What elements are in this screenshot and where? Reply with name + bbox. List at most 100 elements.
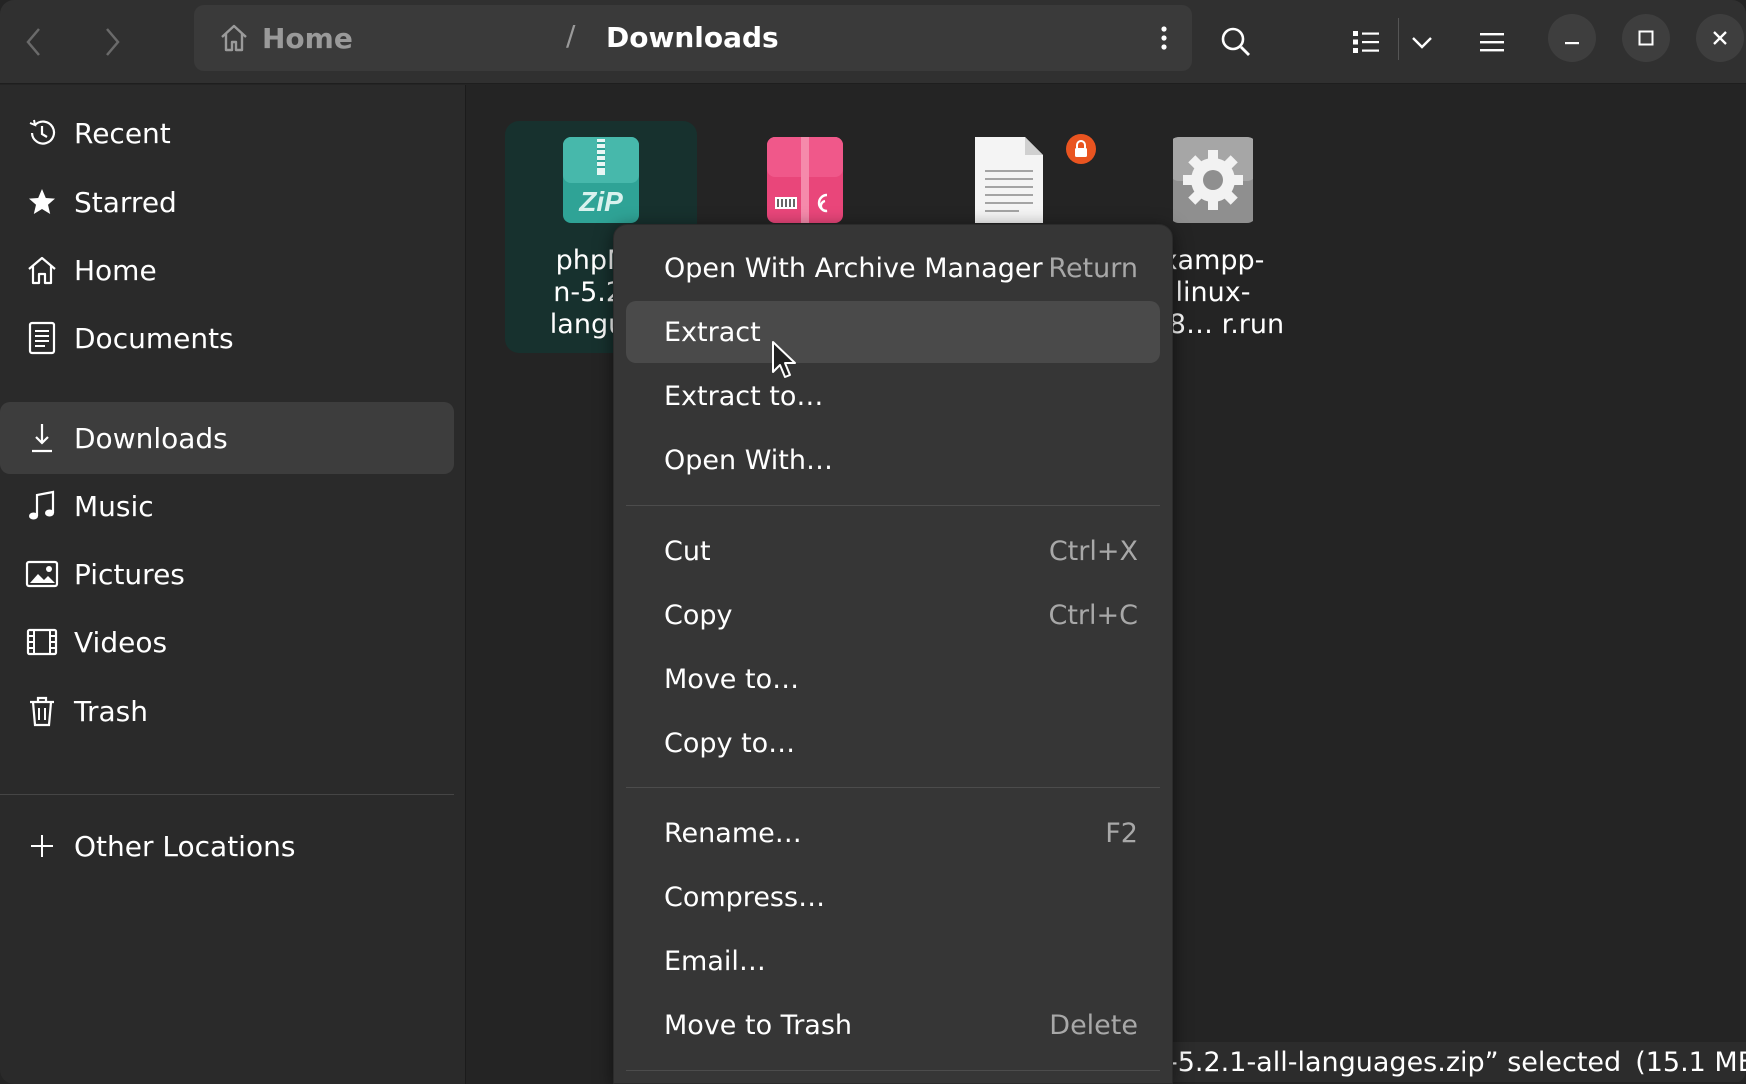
sidebar-item-home[interactable]: Home	[0, 234, 454, 306]
menu-item-label: Open With…	[664, 444, 834, 476]
menu-separator	[626, 505, 1160, 506]
menu-separator	[626, 787, 1160, 788]
list-view-icon	[1353, 31, 1379, 53]
picture-icon	[24, 556, 60, 592]
clock-icon	[24, 115, 60, 151]
document-icon	[24, 320, 60, 356]
view-options-button[interactable]	[1394, 14, 1450, 70]
menu-item-accel: Delete	[1049, 1009, 1138, 1041]
breadcrumb-separator: /	[566, 19, 576, 52]
menu-item-label: Cut	[664, 535, 711, 567]
breadcrumb-current[interactable]: Downloads	[606, 21, 779, 54]
chevron-left-icon	[26, 28, 40, 56]
menu-item-label: Copy	[664, 599, 733, 631]
menu-item-label: Compress…	[664, 881, 826, 913]
menu-separator	[626, 1070, 1160, 1071]
executable-gear-icon	[1173, 137, 1253, 223]
film-icon	[24, 624, 60, 660]
menu-item-label: Move to Trash	[664, 1009, 853, 1041]
sidebar: Recent Starred Home Documents Downloads	[0, 85, 466, 1084]
sidebar-item-videos[interactable]: Videos	[0, 606, 454, 678]
sidebar-item-label: Videos	[74, 625, 168, 659]
file-manager-window: Home / Downloads Recent Starred Home Doc…	[0, 0, 1746, 1084]
sidebar-item-documents[interactable]: Documents	[0, 302, 454, 374]
list-view-button[interactable]	[1338, 14, 1394, 70]
debian-package-icon	[767, 137, 843, 223]
context-menu: Open With Archive Manager Return Extract…	[613, 224, 1173, 1084]
menu-item-accel: F2	[1105, 817, 1138, 849]
sidebar-item-other-locations[interactable]: Other Locations	[0, 810, 454, 882]
menu-item-move-to-trash[interactable]: Move to Trash Delete	[626, 994, 1160, 1056]
menu-item-accel: Ctrl+C	[1048, 599, 1138, 631]
star-icon	[24, 184, 60, 220]
plus-icon	[24, 828, 60, 864]
menu-item-label: Email…	[664, 945, 766, 977]
menu-item-move-to[interactable]: Move to…	[626, 648, 1160, 710]
menu-item-extract[interactable]: Extract	[626, 301, 1160, 363]
chevron-down-icon	[1412, 37, 1432, 49]
breadcrumb-home[interactable]: Home	[218, 5, 353, 71]
menu-item-copy[interactable]: Copy Ctrl+C	[626, 584, 1160, 646]
home-icon	[221, 24, 247, 52]
sidebar-item-label: Trash	[74, 694, 148, 728]
menu-item-open-with-archive-manager[interactable]: Open With Archive Manager Return	[626, 237, 1160, 299]
close-icon	[1713, 31, 1727, 45]
menu-item-accel: Ctrl+X	[1048, 535, 1138, 567]
header-bar: Home / Downloads	[0, 0, 1746, 84]
lock-icon	[1075, 140, 1087, 157]
back-button[interactable]	[6, 14, 62, 70]
breadcrumb-home-label: Home	[262, 21, 353, 55]
menu-item-cut[interactable]: Cut Ctrl+X	[626, 520, 1160, 582]
main-menu-button[interactable]	[1464, 14, 1520, 70]
menu-item-label: Extract	[664, 316, 761, 348]
sidebar-item-label: Starred	[74, 185, 177, 219]
text-file-icon	[975, 137, 1043, 223]
sidebar-item-label: Downloads	[74, 421, 228, 455]
menu-item-label: Move to…	[664, 663, 800, 695]
download-icon	[24, 420, 60, 456]
search-button[interactable]	[1208, 14, 1264, 70]
menu-item-open-with[interactable]: Open With…	[626, 429, 1160, 491]
status-bar: -5.2.1-all-languages.zip” selected (15.1…	[1160, 1042, 1746, 1082]
sidebar-item-music[interactable]: Music	[0, 470, 454, 542]
path-bar: Home / Downloads	[194, 5, 1192, 71]
menu-item-copy-to[interactable]: Copy to…	[626, 712, 1160, 774]
hamburger-menu-icon	[1480, 33, 1504, 52]
sidebar-item-label: Home	[74, 253, 157, 287]
sidebar-item-trash[interactable]: Trash	[0, 675, 454, 747]
menu-item-accel: Return	[1048, 252, 1138, 284]
menu-item-label: Extract to…	[664, 380, 824, 412]
minimize-button[interactable]	[1548, 14, 1596, 62]
trash-icon	[24, 693, 60, 729]
sidebar-item-label: Music	[74, 489, 154, 523]
maximize-button[interactable]	[1622, 14, 1670, 62]
menu-item-label: Open With Archive Manager	[664, 252, 1043, 284]
chevron-right-icon	[106, 28, 120, 56]
lock-badge	[1066, 134, 1096, 164]
menu-item-label: Copy to…	[664, 727, 796, 759]
path-menu-button[interactable]	[1144, 17, 1184, 59]
home-icon	[24, 252, 60, 288]
sidebar-item-downloads[interactable]: Downloads	[0, 402, 454, 474]
menu-item-extract-to[interactable]: Extract to…	[626, 365, 1160, 427]
sidebar-item-label: Documents	[74, 321, 234, 355]
menu-item-rename[interactable]: Rename… F2	[626, 802, 1160, 864]
sidebar-item-label: Pictures	[74, 557, 185, 591]
zip-archive-icon: ZiP	[563, 137, 639, 223]
close-window-button[interactable]	[1696, 14, 1744, 62]
sidebar-item-starred[interactable]: Starred	[0, 166, 454, 238]
forward-button[interactable]	[84, 14, 140, 70]
status-selection-text: -5.2.1-all-languages.zip” selected	[1168, 1046, 1622, 1078]
maximize-icon	[1638, 30, 1654, 46]
vertical-dots-icon	[1161, 26, 1167, 50]
sidebar-item-label: Recent	[74, 116, 171, 150]
minimize-icon	[1565, 42, 1579, 45]
menu-item-compress[interactable]: Compress…	[626, 866, 1160, 928]
sidebar-item-pictures[interactable]: Pictures	[0, 538, 454, 610]
mouse-pointer-icon	[772, 341, 796, 378]
menu-item-email[interactable]: Email…	[626, 930, 1160, 992]
music-note-icon	[24, 488, 60, 524]
sidebar-item-recent[interactable]: Recent	[0, 97, 454, 169]
status-size: (15.1 MB)	[1635, 1046, 1746, 1078]
menu-item-label: Rename…	[664, 817, 802, 849]
